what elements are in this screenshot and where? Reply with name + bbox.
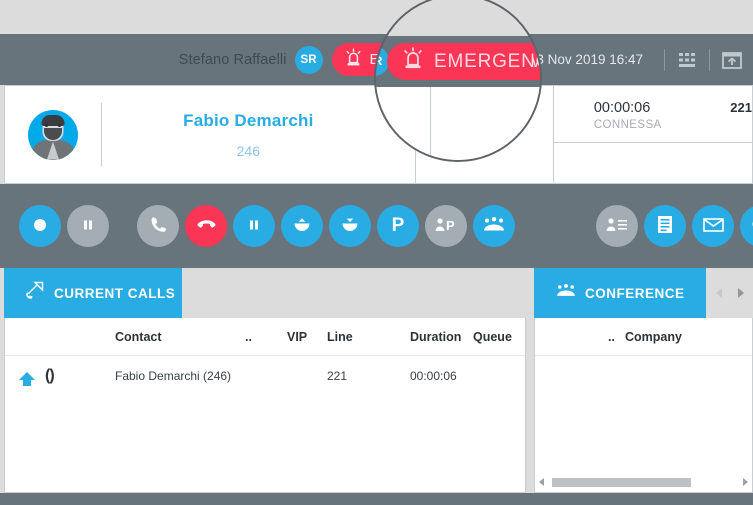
notes-button[interactable] [644, 205, 686, 247]
call-card-main-segment: Fabio Demarchi 246 [5, 86, 415, 183]
hangup-phone-icon [196, 214, 217, 238]
hold-call-button[interactable] [233, 205, 275, 247]
current-calls-icon [26, 281, 45, 305]
contact-avatar [28, 109, 78, 160]
app-header-bar: Stefano Raffaelli SR EMERGENCY Wed 13 No… [0, 34, 753, 85]
record-dot-icon [32, 217, 48, 236]
park-to-user-button[interactable]: P [425, 205, 467, 247]
record-button[interactable] [19, 205, 61, 247]
call-card-empty-segment [414, 86, 553, 183]
col-line[interactable]: Line [327, 330, 410, 344]
tab-conference[interactable]: CONFERENCE [534, 268, 706, 318]
window-top-strip [0, 0, 753, 34]
conference-button[interactable] [473, 205, 515, 247]
park-call-button[interactable]: P [377, 205, 419, 247]
cell-line: 221 [327, 369, 348, 383]
panel-tabs-row: CURRENT CALLS CONFERENCE [0, 268, 753, 318]
call-duration: 00:00:06 [593, 100, 651, 116]
emergency-button[interactable]: EMERGENCY [331, 43, 488, 76]
header-user-name: Stefano Raffaelli [178, 51, 287, 68]
caller-info: Fabio Demarchi 246 [102, 111, 415, 159]
tab-current-calls[interactable]: CURRENT CALLS [4, 268, 182, 318]
person-list-icon [605, 216, 629, 237]
keypad-icon[interactable] [676, 49, 698, 71]
tab-scroll-arrows [706, 268, 753, 318]
conference-group-icon [556, 283, 576, 304]
softphone-app-window: Stefano Raffaelli SR EMERGENCY Wed 13 No… [0, 0, 753, 505]
row-status-icons: () [5, 367, 115, 386]
tab-scroll-left-icon[interactable] [715, 288, 722, 298]
timer-segment-rule [553, 142, 752, 143]
phone-handset-icon [149, 215, 168, 237]
call-state-label: CONNESSA [593, 119, 662, 131]
answer-call-button[interactable] [137, 205, 179, 247]
conference-header-row: .. Company [535, 318, 752, 356]
table-row[interactable]: () Fabio Demarchi (246) 221 00:00:06 [5, 356, 525, 396]
avatar-container [5, 109, 101, 160]
envelope-icon [702, 217, 724, 236]
scrollbar-thumb[interactable] [552, 477, 691, 487]
cell-duration: 00:00:06 [410, 369, 457, 383]
chat-button[interactable] [740, 205, 753, 247]
caller-number: 246 [236, 142, 260, 159]
siren-icon [344, 48, 363, 71]
upload-window-icon[interactable] [721, 49, 743, 71]
transfer-up-icon [340, 215, 360, 238]
tab-current-calls-label: CURRENT CALLS [54, 285, 176, 301]
current-calls-panel: Contact .. VIP Line Duration Queue () Fa… [4, 318, 526, 493]
contact-list-button[interactable] [596, 205, 638, 247]
attended-transfer-button[interactable] [329, 205, 371, 247]
tab-conference-label: CONFERENCE [585, 285, 685, 301]
email-button[interactable] [692, 205, 734, 247]
pause-icon [80, 217, 96, 236]
conference-panel: .. Company [534, 318, 753, 493]
scroll-right-icon[interactable] [743, 478, 748, 486]
emergency-button-label: EMERGENCY [369, 51, 472, 68]
conference-empty-body [535, 356, 752, 472]
pause-icon [246, 217, 262, 236]
hangup-call-button[interactable] [185, 205, 227, 247]
active-call-card: Fabio Demarchi 246 00:00:06 221 CONNESSA [4, 85, 753, 184]
header-separator-2 [709, 48, 710, 71]
svg-text:P: P [446, 218, 455, 233]
conference-group-icon [483, 216, 505, 237]
current-calls-header-row: Contact .. VIP Line Duration Queue [5, 318, 525, 356]
connected-call-icon: () [45, 367, 55, 384]
col-queue[interactable]: Queue [473, 330, 523, 344]
header-separator-1 [664, 48, 665, 71]
scroll-left-icon[interactable] [539, 478, 544, 486]
call-card-timer-segment: 00:00:06 221 CONNESSA [552, 86, 752, 183]
col-contact[interactable]: Contact [115, 330, 245, 344]
col-conf-dots[interactable]: .. [535, 330, 625, 344]
person-park-icon: P [433, 216, 459, 237]
col-duration[interactable]: Duration [410, 330, 473, 344]
transfer-down-icon [292, 215, 312, 238]
park-p-icon: P [391, 215, 405, 236]
transfer-call-button[interactable] [281, 205, 323, 247]
cell-contact: Fabio Demarchi (246) [115, 369, 232, 383]
scrollbar-track[interactable] [548, 477, 739, 487]
caller-name: Fabio Demarchi [183, 110, 314, 130]
col-conf-company[interactable]: Company [625, 330, 682, 344]
outbound-call-arrow-icon [19, 372, 35, 386]
col-dots[interactable]: .. [245, 330, 287, 344]
header-datetime: Wed 13 Nov 2019 16:47 [497, 52, 643, 67]
window-bottom-bar [0, 493, 753, 505]
header-user-avatar[interactable]: SR [294, 45, 323, 74]
col-vip[interactable]: VIP [287, 330, 327, 344]
tab-scroll-right-icon[interactable] [737, 288, 744, 298]
call-line-number: 221 [730, 100, 752, 115]
conference-horizontal-scrollbar[interactable] [535, 472, 752, 492]
call-actions-toolbar: P P [0, 184, 753, 268]
document-icon [657, 215, 673, 237]
pause-recording-button[interactable] [67, 205, 109, 247]
